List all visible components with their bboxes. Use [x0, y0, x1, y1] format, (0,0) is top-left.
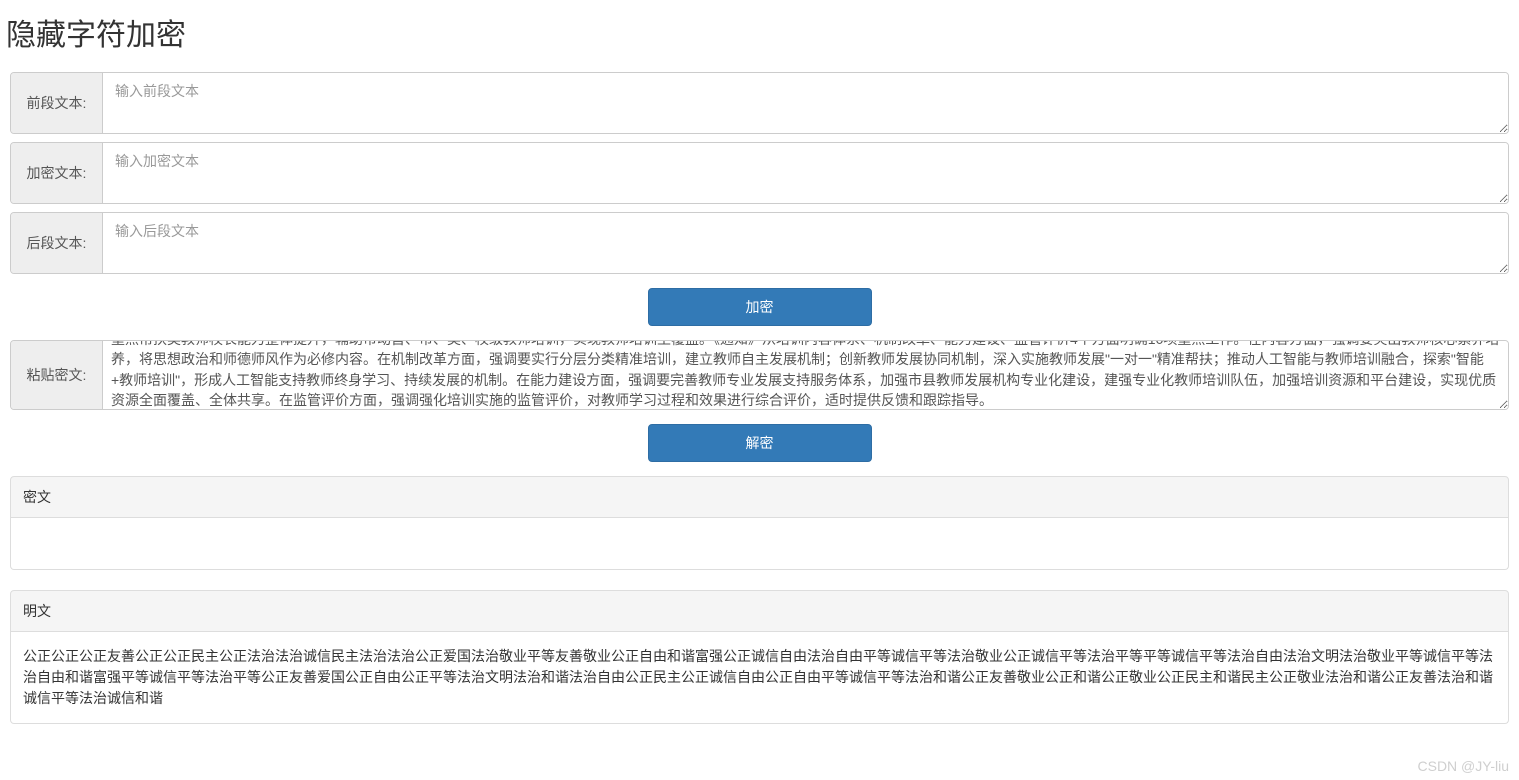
- paste-label: 粘贴密文:: [11, 341, 103, 409]
- cipher-section-header: 密文: [10, 476, 1509, 518]
- plain-section-body: 公正公正公正友善公正公正民主公正法治法治诚信民主法治法治公正爱国法治敬业平等友善…: [10, 632, 1509, 724]
- cipher-section-body: [10, 518, 1509, 570]
- prefix-textarea[interactable]: [103, 73, 1508, 133]
- cipher-label: 加密文本:: [11, 143, 103, 203]
- suffix-text-row: 后段文本:: [10, 212, 1509, 274]
- cipher-textarea[interactable]: [103, 143, 1508, 203]
- watermark: CSDN @JY-liu: [1418, 758, 1510, 774]
- encrypt-button[interactable]: 加密: [648, 288, 872, 326]
- cipher-text-row: 加密文本:: [10, 142, 1509, 204]
- page-title: 隐藏字符加密: [6, 10, 1519, 54]
- suffix-label: 后段文本:: [11, 213, 103, 273]
- plain-section-header: 明文: [10, 590, 1509, 632]
- prefix-text-row: 前段文本:: [10, 72, 1509, 134]
- encrypt-button-row: 加密: [10, 288, 1509, 326]
- paste-cipher-row: 粘贴密文:: [10, 340, 1509, 410]
- decrypt-button[interactable]: 解密: [648, 424, 872, 462]
- paste-textarea[interactable]: [103, 341, 1508, 409]
- decrypt-button-row: 解密: [10, 424, 1509, 462]
- suffix-textarea[interactable]: [103, 213, 1508, 273]
- prefix-label: 前段文本:: [11, 73, 103, 133]
